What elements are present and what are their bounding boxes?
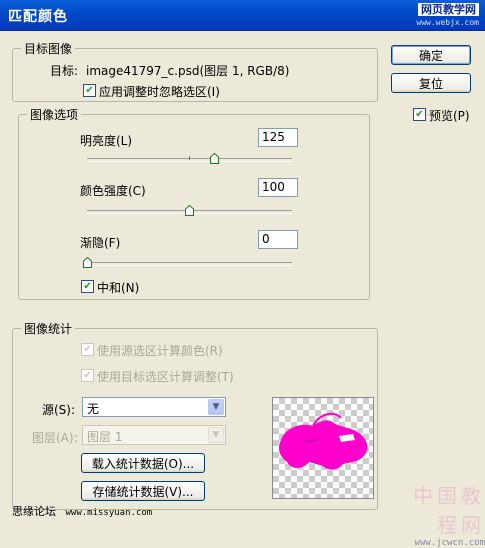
preview-label[interactable]: 预览(P) bbox=[429, 107, 470, 124]
neutralize-checkbox[interactable]: ✔ bbox=[81, 280, 94, 293]
title-bar[interactable]: 匹配颜色 网页教学网 www.webjx.com bbox=[0, 0, 485, 31]
chevron-down-icon[interactable]: ▼ bbox=[208, 427, 224, 443]
footer-left-text: 思缘论坛 bbox=[12, 505, 56, 518]
luminance-slider-thumb[interactable] bbox=[210, 153, 219, 164]
ignore-selection-checkbox[interactable]: ✔ bbox=[83, 84, 96, 97]
chevron-down-icon[interactable]: ▼ bbox=[208, 399, 224, 415]
car-silhouette-image bbox=[279, 412, 368, 470]
use-source-selection-checkbox[interactable]: ✔ bbox=[81, 343, 94, 356]
layer-select[interactable]: 图层 1 ▼ bbox=[82, 425, 226, 445]
use-source-selection-label[interactable]: 使用源选区计算颜色(R) bbox=[97, 342, 223, 359]
reset-button[interactable]: 复位 bbox=[391, 73, 471, 93]
check-icon: ✔ bbox=[83, 280, 92, 292]
load-statistics-button[interactable]: 载入统计数据(O)... bbox=[81, 453, 205, 473]
source-select-value: 无 bbox=[87, 402, 100, 416]
use-target-selection-checkbox[interactable]: ✔ bbox=[81, 369, 94, 382]
image-statistics-legend: 图像统计 bbox=[24, 322, 73, 336]
fade-input[interactable]: 0 bbox=[258, 230, 298, 249]
image-options-group: 图像选项 bbox=[18, 106, 370, 300]
watermark-top-text: 网页教学网 bbox=[418, 3, 479, 16]
layer-select-value: 图层 1 bbox=[87, 430, 123, 444]
watermark-top: 网页教学网 www.webjx.com bbox=[416, 3, 479, 29]
layer-label: 图层(A): bbox=[32, 431, 78, 445]
color-intensity-input[interactable]: 100 bbox=[258, 178, 298, 197]
target-label: 目标: bbox=[50, 64, 79, 78]
check-icon: ✔ bbox=[85, 84, 94, 96]
neutralize-label[interactable]: 中和(N) bbox=[97, 279, 139, 296]
luminance-input[interactable]: 125 bbox=[258, 128, 298, 147]
footer-right-art: 中国教程网 bbox=[413, 484, 485, 537]
target-value: image41797_c.psd(图层 1, RGB/8) bbox=[86, 64, 290, 78]
window-title: 匹配颜色 bbox=[8, 9, 68, 25]
footer-right-url: www.jcwcn.com bbox=[414, 538, 485, 548]
footer-left-url: www.missyuan.com bbox=[65, 508, 153, 518]
color-intensity-label: 颜色强度(C) bbox=[80, 184, 146, 198]
check-icon: ✔ bbox=[415, 108, 424, 120]
fade-label: 渐隐(F) bbox=[80, 236, 121, 250]
target-image-legend: 目标图像 bbox=[24, 42, 73, 56]
fade-slider-thumb[interactable] bbox=[83, 257, 92, 268]
ignore-selection-label[interactable]: 应用调整时忽略选区(I) bbox=[99, 83, 220, 100]
save-statistics-button[interactable]: 存储统计数据(V)... bbox=[81, 481, 205, 501]
footer-watermark-right: 中国教程网 www.jcwcn.com bbox=[398, 480, 485, 548]
watermark-top-url: www.webjx.com bbox=[416, 18, 479, 27]
footer-watermark-left: 思缘论坛 www.missyuan.com bbox=[12, 503, 152, 519]
use-target-selection-label[interactable]: 使用目标选区计算调整(T) bbox=[97, 368, 234, 385]
luminance-center-tick bbox=[189, 156, 190, 160]
check-icon: ✔ bbox=[83, 369, 92, 381]
check-icon: ✔ bbox=[83, 343, 92, 355]
source-select[interactable]: 无 ▼ bbox=[82, 397, 226, 417]
preview-checkbox[interactable]: ✔ bbox=[413, 108, 426, 121]
luminance-label: 明亮度(L) bbox=[80, 134, 133, 148]
color-intensity-slider-thumb[interactable] bbox=[185, 205, 194, 216]
statistics-preview-thumbnail bbox=[272, 397, 374, 499]
source-label: 源(S): bbox=[42, 403, 76, 417]
image-options-legend: 图像选项 bbox=[30, 108, 79, 122]
fade-track[interactable] bbox=[87, 262, 292, 266]
ok-button[interactable]: 确定 bbox=[391, 45, 471, 65]
